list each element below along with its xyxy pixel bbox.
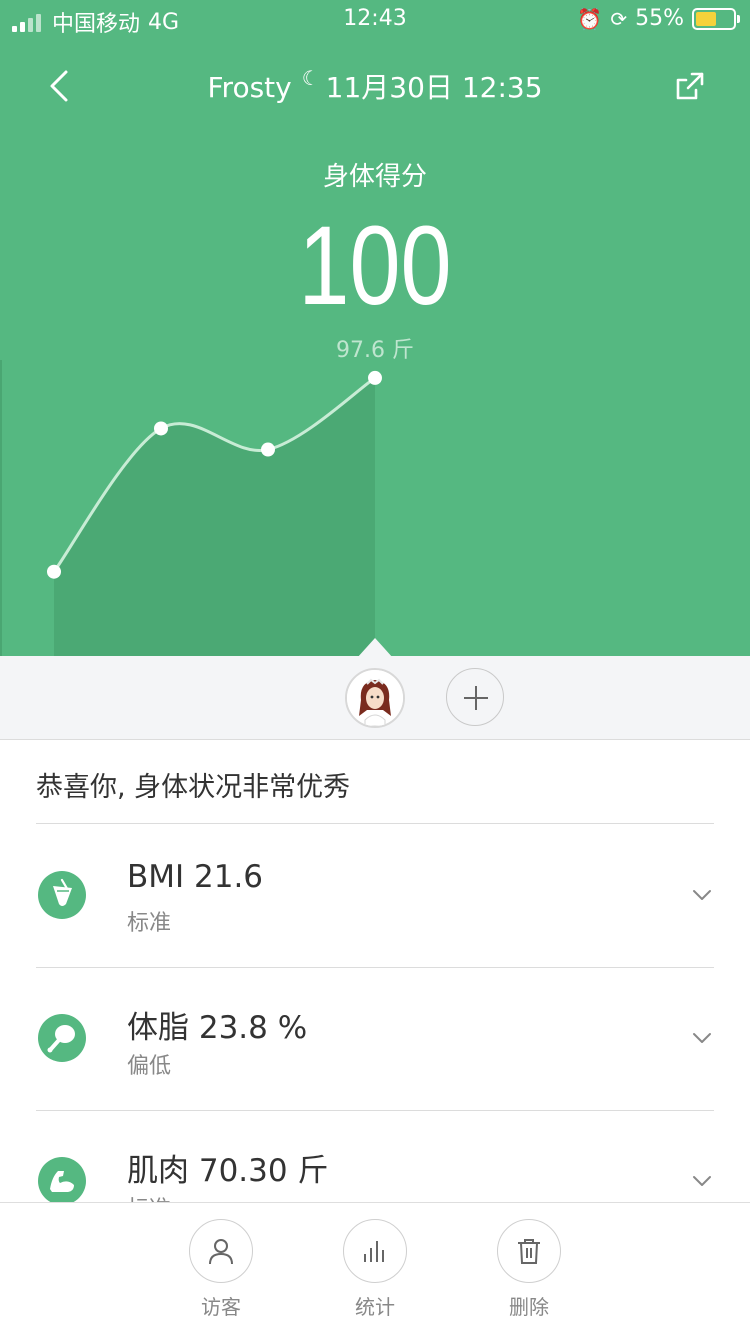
hero-panel: 中国移动 4G 12:43 ⏰ ⟳ 55% Frosty ☾ 11月30日 12:3… bbox=[0, 0, 750, 660]
moon-icon: ☾ bbox=[301, 66, 320, 90]
score-trend-chart bbox=[0, 360, 393, 660]
metric-row-bmi[interactable]: BMI 21.6 标准 bbox=[36, 825, 714, 968]
metric-status: 偏低 bbox=[127, 1054, 172, 1079]
metric-row-body-fat[interactable]: 体脂 23.8 % 偏低 bbox=[36, 968, 714, 1111]
bottom-toolbar: 访客 统计 删除 bbox=[0, 1202, 750, 1334]
tab-label: 访客 bbox=[201, 1295, 241, 1319]
share-icon bbox=[676, 72, 704, 100]
chevron-down-icon[interactable] bbox=[690, 1026, 714, 1050]
chart-point-3[interactable] bbox=[261, 442, 275, 457]
cup-icon bbox=[38, 871, 86, 919]
score-value: 100 bbox=[298, 203, 452, 328]
user-switcher-bar bbox=[0, 656, 750, 740]
score-label: 身体得分 bbox=[322, 162, 427, 192]
chart-area bbox=[54, 377, 375, 660]
add-user-button[interactable] bbox=[446, 668, 504, 726]
plus-icon bbox=[464, 686, 488, 710]
status-right: ⏰ ⟳ 55% bbox=[577, 6, 740, 31]
statistics-circle bbox=[343, 1219, 407, 1283]
person-icon bbox=[209, 1239, 233, 1265]
alarm-icon: ⏰ bbox=[577, 6, 603, 31]
share-button[interactable] bbox=[670, 66, 710, 106]
battery-icon bbox=[692, 7, 740, 30]
statistics-button[interactable]: 统计 bbox=[325, 1219, 425, 1320]
tab-label: 统计 bbox=[355, 1295, 395, 1319]
chevron-down-icon[interactable] bbox=[690, 883, 714, 907]
battery-fill bbox=[696, 11, 716, 26]
status-bar: 中国移动 4G 12:43 ⏰ ⟳ 55% bbox=[0, 0, 750, 40]
metric-title: 体脂 23.8 % bbox=[127, 1010, 308, 1046]
drumstick-icon bbox=[38, 1014, 86, 1062]
trash-icon bbox=[518, 1239, 540, 1264]
chart-point-2[interactable] bbox=[154, 421, 168, 436]
chart-point-1[interactable] bbox=[47, 564, 61, 579]
nav-bar: Frosty ☾ 11月30日 12:35 bbox=[0, 56, 750, 116]
bar-chart-icon bbox=[364, 1241, 384, 1262]
user-name: Frosty bbox=[207, 71, 292, 104]
measure-date: 11月30日 12:35 bbox=[325, 71, 543, 104]
summary-text: 恭喜你, 身体状况非常优秀 bbox=[36, 740, 714, 824]
visitor-button[interactable]: 访客 bbox=[171, 1219, 271, 1320]
chart-point-4[interactable] bbox=[368, 370, 382, 385]
page-title: Frosty ☾ 11月30日 12:35 bbox=[0, 66, 750, 106]
tab-label: 删除 bbox=[509, 1295, 549, 1319]
battery-percent: 55% bbox=[635, 6, 684, 31]
metric-status: 标准 bbox=[127, 911, 172, 936]
metric-title: BMI 21.6 bbox=[127, 859, 264, 895]
delete-button[interactable]: 删除 bbox=[479, 1219, 579, 1320]
avatar[interactable] bbox=[345, 668, 405, 728]
delete-circle bbox=[497, 1219, 561, 1283]
muscle-arm-icon bbox=[38, 1157, 86, 1205]
visitor-circle bbox=[189, 1219, 253, 1283]
chevron-down-icon[interactable] bbox=[690, 1169, 714, 1193]
metric-title: 肌肉 70.30 斤 bbox=[127, 1153, 329, 1189]
rotation-lock-icon: ⟳ bbox=[610, 6, 628, 31]
user-avatar-image bbox=[347, 670, 403, 726]
